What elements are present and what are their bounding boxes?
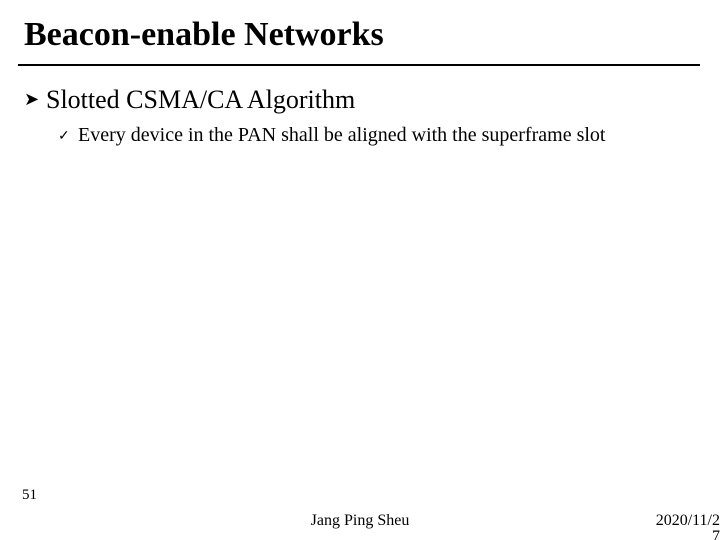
- page-title: Beacon-enable Networks: [24, 16, 384, 54]
- slide: Beacon-enable Networks ➤ Slotted CSMA/CA…: [0, 0, 720, 540]
- footer-author: Jang Ping Sheu: [0, 512, 720, 530]
- bullet-level2-text: Every device in the PAN shall be aligned…: [78, 123, 696, 148]
- bullet-level2: ✓ Every device in the PAN shall be align…: [58, 123, 696, 148]
- check-icon: ✓: [58, 123, 78, 147]
- bullet-level1: ➤ Slotted CSMA/CA Algorithm: [24, 84, 696, 115]
- content-area: ➤ Slotted CSMA/CA Algorithm ✓ Every devi…: [24, 84, 696, 148]
- arrow-icon: ➤: [24, 84, 46, 114]
- page-number: 51: [22, 487, 37, 504]
- bullet-level1-text: Slotted CSMA/CA Algorithm: [46, 84, 696, 115]
- title-underline: [18, 64, 700, 66]
- footer-date-continued: 7: [712, 528, 720, 540]
- footer-date: 2020/11/2: [656, 512, 720, 530]
